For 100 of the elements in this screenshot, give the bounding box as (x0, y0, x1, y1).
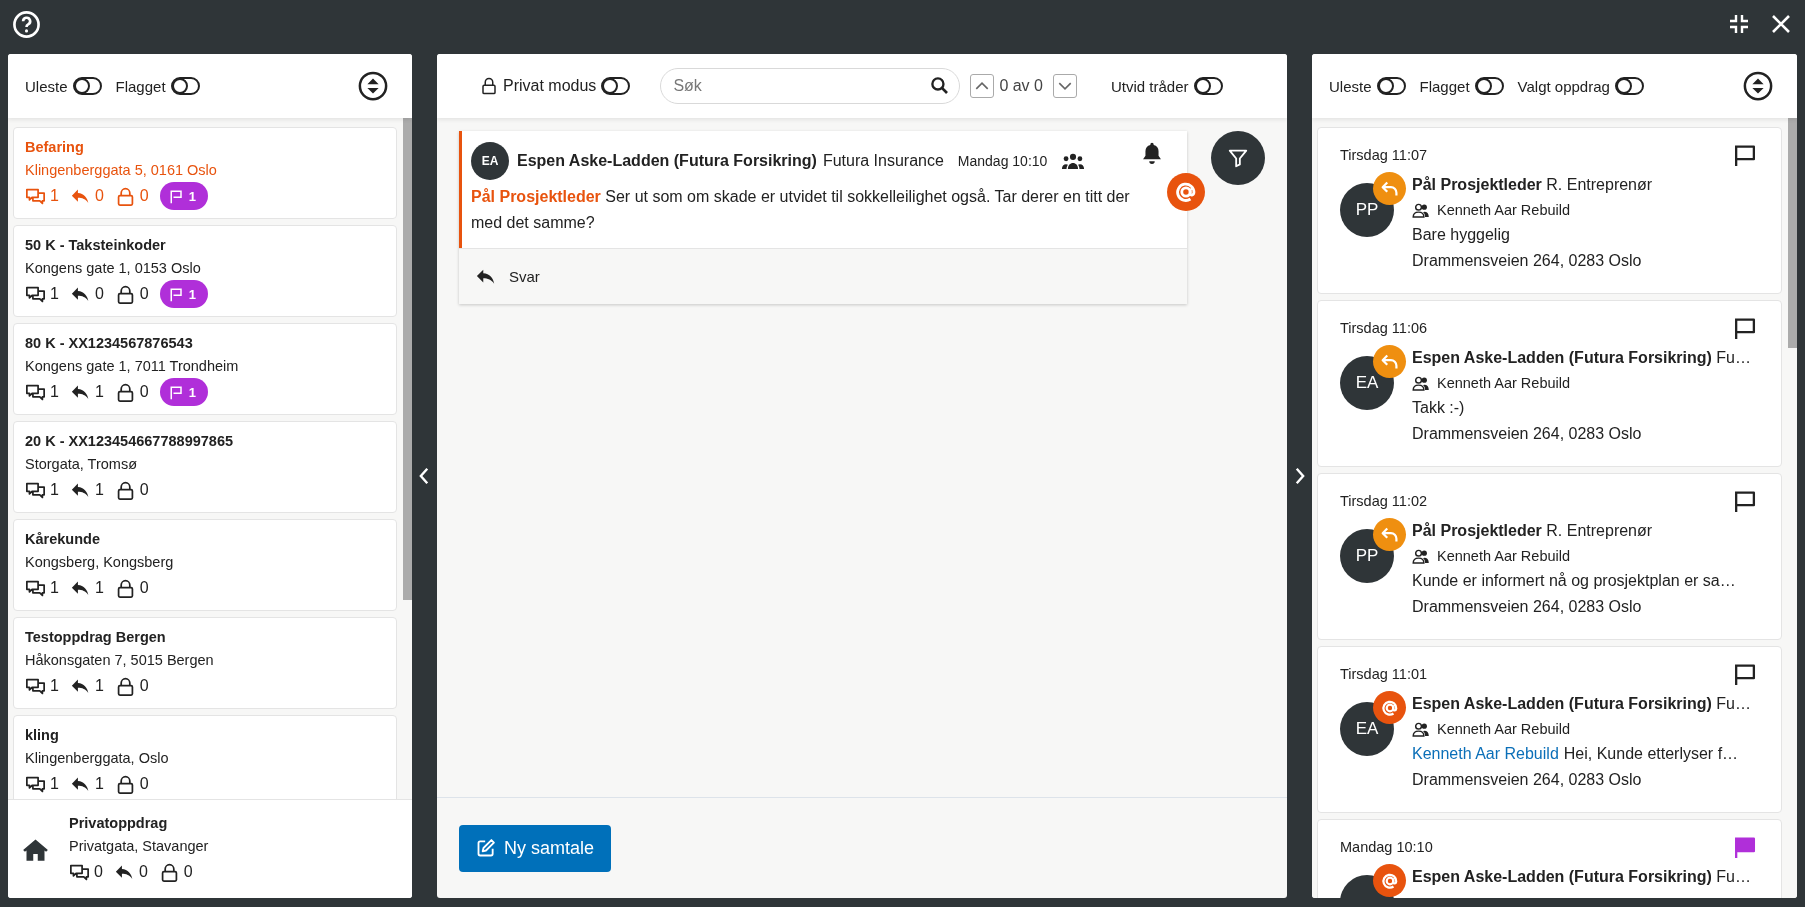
private-count: 0 (139, 677, 149, 695)
edit-icon (476, 838, 496, 858)
assignment-title: 50 K - Taksteinkoder (25, 236, 167, 255)
assignment-card[interactable]: 50 K - Taksteinkoder Kongens gate 1, 0153 Oslo 1 0 0 1 (13, 225, 397, 317)
reply-count: 0 (94, 285, 104, 303)
scrollbar[interactable] (403, 118, 412, 600)
chat-icon (25, 578, 46, 598)
assignment-address: Kongsberg, Kongsberg (25, 553, 175, 572)
search-icon[interactable] (930, 76, 950, 95)
bell-icon[interactable] (1141, 141, 1163, 165)
help-icon[interactable] (12, 9, 41, 39)
filter-label: Valgt oppdrag (1517, 77, 1610, 95)
assignment-address: Klingenberggata, Oslo (25, 749, 170, 768)
filter-label: Uleste (25, 77, 68, 95)
sort-icon[interactable] (358, 71, 388, 101)
private-count: 0 (139, 775, 149, 793)
private-count: 0 (139, 579, 149, 597)
notification-time: Tirsdag 11:02 (1340, 493, 1428, 509)
chat-icon (25, 480, 46, 500)
assignment-title: 20 K - XX123454667788997865 (25, 432, 234, 451)
message-count: 1 (50, 579, 59, 597)
filter-label: Uleste (1329, 77, 1372, 95)
filter-label: Flagget (115, 77, 166, 95)
notification-card[interactable]: Mandag 10:10 Espen Aske-Ladden (Futura Forsikring) Fu… (1317, 819, 1782, 898)
collapse-icon[interactable] (1727, 12, 1751, 36)
message-preview: Kenneth Aar Rebuild Hei, Kunde etterlyser f… (1412, 744, 1740, 764)
toggle-switch[interactable] (1376, 77, 1406, 95)
sort-icon[interactable] (1743, 71, 1773, 101)
notification-time: Tirsdag 11:06 (1340, 320, 1428, 336)
message-preview: Kunde er informert nå og prosjektplan er sa… (1412, 571, 1737, 591)
chevron-left-icon[interactable] (419, 466, 430, 486)
assignment-title: Kårekunde (25, 530, 101, 549)
search-field[interactable]: Søk (660, 68, 961, 104)
reply-count: 1 (94, 383, 104, 401)
lock-icon (480, 77, 498, 95)
reply-count: 1 (94, 677, 104, 695)
group-name: Kenneth Aar Rebuild (1437, 721, 1570, 737)
toggle-switch[interactable] (601, 77, 631, 95)
flag-count-badge: 1 (159, 378, 208, 406)
assignment-address: Håkonsgaten 7, 5015 Bergen (25, 651, 215, 670)
toggle-switch[interactable] (170, 77, 200, 95)
private-count: 0 (139, 187, 149, 205)
notification-card[interactable]: Tirsdag 11:02 PP Pål Prosjektleder R. Entreprenør Kenneth Aar Rebuild Kunde er informert nå og prosjektplan er sa… Drammensveien 264, 0283 Oslo (1317, 473, 1782, 640)
reply-count: 1 (94, 481, 104, 499)
message-preview: Takk :-) (1412, 398, 1466, 418)
sender-name: Pål Prosjektleder (1412, 522, 1542, 539)
sender-name: Espen Aske-Ladden (Futura Forsikring) (1412, 868, 1712, 885)
reply-button[interactable]: Svar (459, 248, 1187, 304)
reply-badge (1373, 518, 1406, 551)
assignment-card[interactable]: 20 K - XX123454667788997865 Storgata, Tromsø 1 1 0 (13, 421, 397, 513)
notification-card[interactable]: Tirsdag 11:07 PP Pål Prosjektleder R. Entreprenør Kenneth Aar Rebuild Bare hyggelig Drammensveien 264, 0283 Oslo (1317, 127, 1782, 294)
toggle-switch[interactable] (1614, 77, 1644, 95)
filter-button[interactable] (1211, 131, 1265, 185)
group-icon (1061, 151, 1086, 171)
notification-card[interactable]: Tirsdag 11:01 EA Espen Aske-Ladden (Futura Forsikring) Fu… Kenneth Aar Rebuild Kenneth Aar Rebuild Hei, Kunde etterlyser f… Drammensveien 264, 0283 Oslo (1317, 646, 1782, 813)
reply-count: 0 (138, 863, 148, 881)
flag-count-badge: 1 (159, 182, 208, 210)
chat-icon (69, 862, 90, 882)
scrollbar[interactable] (1788, 118, 1797, 348)
previous-match-button[interactable] (970, 74, 995, 98)
chat-icon (25, 676, 46, 696)
assignment-title: Privatoppdrag (69, 814, 169, 833)
expand-threads-label: Utvid tråder (1110, 77, 1189, 95)
group-name: Kenneth Aar Rebuild (1437, 375, 1570, 391)
assignment-card[interactable]: Kårekunde Kongsberg, Kongsberg 1 1 0 (13, 519, 397, 611)
notification-time: Tirsdag 11:01 (1340, 666, 1428, 682)
flag-count-badge: 1 (159, 280, 208, 308)
notification-address: Drammensveien 264, 0283 Oslo (1412, 251, 1643, 271)
filter-label: Flagget (1419, 77, 1470, 95)
sender-name: Espen Aske-Ladden (Futura Forsikring) (517, 152, 817, 170)
assignment-card[interactable]: Testoppdrag Bergen Håkonsgaten 7, 5015 Bergen 1 1 0 (13, 617, 397, 709)
notification-time: Mandag 10:10 (1340, 839, 1433, 855)
sender-organization: Fu… (1716, 868, 1751, 885)
message-preview: Bare hyggelig (1412, 225, 1511, 245)
assignment-address: Storgata, Tromsø (25, 455, 138, 474)
message-text: Pål Prosjektleder Ser ut som om skade er utvidet til sokkelleilighet også. Tar derer en titt der med det samme? (471, 187, 1131, 233)
sender-organization: Fu… (1716, 349, 1751, 366)
mention-badge (1373, 691, 1406, 724)
home-icon (22, 836, 49, 862)
group-name: Kenneth Aar Rebuild (1437, 202, 1570, 218)
reply-count: 0 (94, 187, 104, 205)
reply-badge (1373, 345, 1406, 378)
next-match-button[interactable] (1052, 74, 1077, 98)
new-conversation-button[interactable]: Ny samtale (459, 824, 612, 872)
toggle-switch[interactable] (72, 77, 102, 95)
message-count: 1 (50, 285, 59, 303)
sender-name: Espen Aske-Ladden (Futura Forsikring) (1412, 695, 1712, 712)
mention-badge (1373, 864, 1406, 897)
chevron-right-icon[interactable] (1294, 466, 1305, 486)
sender-organization: R. Entreprenør (1546, 522, 1653, 539)
reply-badge (1373, 172, 1406, 205)
toggle-switch[interactable] (1193, 77, 1223, 95)
notification-card[interactable]: Tirsdag 11:06 EA Espen Aske-Ladden (Futura Forsikring) Fu… Kenneth Aar Rebuild Takk :-) Drammensveien 264, 0283 Oslo (1317, 300, 1782, 467)
toggle-switch[interactable] (1474, 77, 1504, 95)
assignment-card[interactable]: 80 K - XX1234567876543 Kongens gate 1, 7011 Trondheim 1 1 0 1 (13, 323, 397, 415)
assignment-card[interactable]: kling Klingenberggata, Oslo 1 1 0 (13, 715, 397, 799)
users-icon (1412, 721, 1430, 737)
notification-address: Drammensveien 264, 0283 Oslo (1412, 424, 1643, 444)
sender-name: Pål Prosjektleder (1412, 176, 1542, 193)
assignment-card[interactable]: Befaring Klingenberggata 5, 0161 Oslo 1 0 0 1 (13, 127, 397, 219)
